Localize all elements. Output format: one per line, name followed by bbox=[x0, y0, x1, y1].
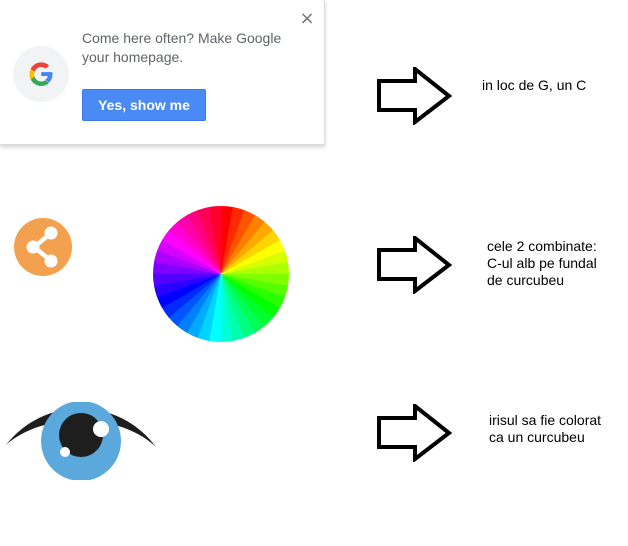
homepage-promo-card: × Come here often? Make Google your home… bbox=[0, 0, 325, 145]
right-arrow-icon bbox=[377, 67, 453, 125]
note-iris: irisul sa fie colorat ca un curcubeu bbox=[489, 412, 602, 445]
google-g-logo-icon bbox=[13, 46, 69, 102]
color-wheel-icon bbox=[153, 206, 289, 342]
note-replace-g: in loc de G, un C bbox=[482, 77, 587, 93]
note-combined: cele 2 combinate: C-ul alb pe fundal de … bbox=[487, 238, 597, 288]
right-arrow-icon bbox=[377, 404, 453, 462]
close-icon[interactable]: × bbox=[298, 10, 316, 28]
promo-message: Come here often? Make Google your homepa… bbox=[82, 30, 282, 65]
eye-icon bbox=[6, 402, 156, 480]
yes-show-me-button[interactable]: Yes, show me bbox=[82, 89, 206, 121]
right-arrow-icon bbox=[377, 236, 453, 294]
share-icon bbox=[14, 218, 72, 276]
